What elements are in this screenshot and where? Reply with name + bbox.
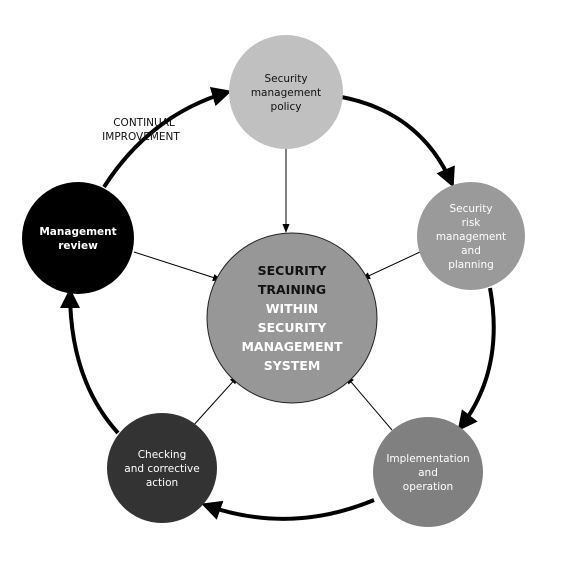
- cycle-arrow-policy-to-risk: [335, 94, 455, 188]
- arrow-risk-to-center: [361, 251, 421, 280]
- node-text-line: Checking: [138, 449, 187, 461]
- node-checking-corrective-action: Checking and corrective action: [107, 413, 217, 523]
- node-text-line: Implementation: [386, 453, 469, 465]
- arrow-implementation-to-center: [345, 375, 393, 431]
- security-management-cycle-diagram: SECURITY TRAINING WITHIN SECURITY MANAGEMENT…: [22, 35, 525, 527]
- node-text-line: management: [436, 231, 506, 243]
- node-text-line: operation: [403, 481, 453, 493]
- node-text-line: policy: [271, 101, 302, 113]
- node-text-line: Security: [264, 73, 307, 85]
- node-implementation-operation: Implementation and operation: [373, 417, 483, 527]
- continual-label: CONTINUAL: [113, 117, 175, 129]
- arrow-review-to-center: [133, 251, 222, 281]
- arrow-checking-to-center: [191, 375, 239, 428]
- node-circle: [22, 182, 134, 294]
- node-text-line: Security: [449, 203, 492, 215]
- center-text-line: TRAINING: [258, 282, 326, 297]
- center-text-line: SECURITY: [258, 320, 328, 335]
- node-text-line: and: [418, 467, 438, 479]
- node-text-line: Management: [39, 226, 116, 238]
- node-text-line: and corrective: [124, 463, 199, 475]
- node-text-line: and: [461, 245, 481, 257]
- node-text-line: review: [58, 240, 98, 252]
- center-text-line: WITHIN: [266, 301, 319, 316]
- node-text-line: risk: [462, 217, 482, 229]
- cycle-arrow-checking-to-review: [60, 288, 120, 435]
- improvement-label: IMPROVEMENT: [102, 131, 180, 143]
- node-security-management-policy: Security management policy: [229, 35, 343, 149]
- center-circle: [206, 232, 378, 404]
- node-text-line: action: [146, 477, 178, 489]
- center-node: SECURITY TRAINING WITHIN SECURITY MANAGEMENT…: [206, 232, 378, 404]
- node-security-risk-management: Security risk management and planning: [417, 182, 525, 290]
- node-text-line: management: [251, 87, 321, 99]
- cycle-arrow-risk-to-implementation: [457, 287, 496, 432]
- center-text-line: MANAGEMENT: [241, 339, 342, 354]
- node-text-line: planning: [448, 259, 494, 271]
- node-management-review: Management review: [22, 182, 134, 294]
- center-text-line: SYSTEM: [264, 358, 321, 373]
- cycle-arrow-implementation-to-checking: [201, 498, 375, 521]
- center-text-line: SECURITY: [258, 263, 328, 278]
